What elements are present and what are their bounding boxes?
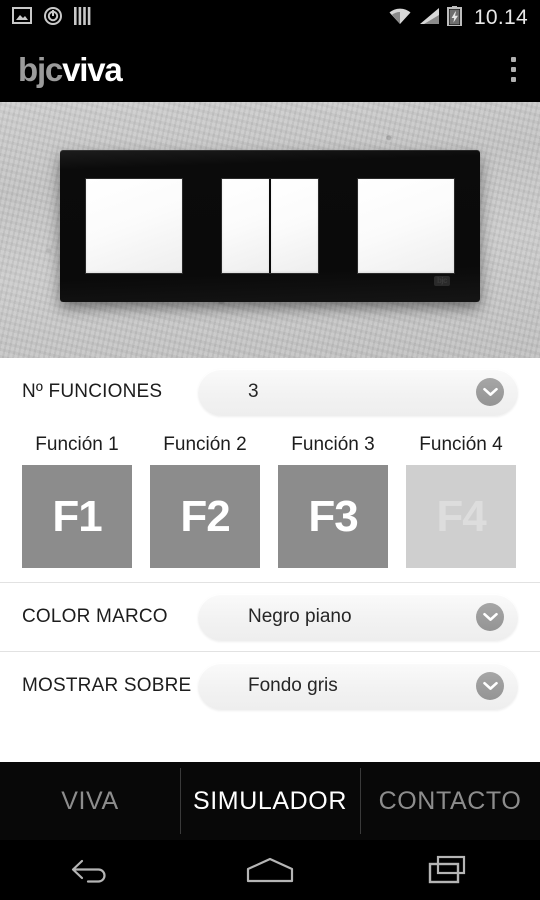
status-bar: 10.14	[0, 0, 540, 36]
dropdown-color-marco-value: Negro piano	[248, 606, 352, 627]
image-icon	[12, 7, 32, 29]
function-label-1: Función 1	[35, 434, 119, 455]
dropdown-numero-funciones[interactable]: 3	[198, 368, 518, 416]
row-numero-funciones: Nº FUNCIONES 3	[0, 358, 540, 426]
rocker[interactable]	[358, 179, 454, 273]
status-bar-left-icons	[12, 6, 91, 31]
cellular-signal-icon	[419, 7, 440, 30]
tab-viva[interactable]: VIVA	[0, 762, 180, 840]
wifi-icon	[388, 7, 412, 30]
overflow-dot	[511, 76, 516, 82]
home-icon[interactable]	[225, 847, 315, 893]
chevron-down-icon[interactable]	[476, 672, 504, 700]
label-numero-funciones: Nº FUNCIONES	[22, 381, 163, 402]
dropdown-numero-funciones-value: 3	[248, 381, 259, 402]
status-bar-clock: 10.14	[473, 6, 528, 29]
function-tile-1[interactable]: F1	[22, 465, 132, 568]
status-bar-right-icons: 10.14	[388, 5, 528, 31]
label-color-marco: COLOR MARCO	[22, 606, 168, 627]
bottom-tab-bar: VIVA SIMULADOR CONTACTO	[0, 762, 540, 840]
power-sync-icon	[43, 6, 63, 31]
overflow-dot	[511, 56, 516, 62]
chevron-down-icon[interactable]	[476, 603, 504, 631]
function-label-3: Función 3	[291, 434, 375, 455]
label-mostrar-sobre: MOSTRAR SOBRE	[22, 675, 192, 696]
module-2[interactable]	[222, 179, 318, 273]
function-label-4: Función 4	[419, 434, 503, 455]
logo-bjc: bjc	[18, 50, 63, 88]
function-tiles-section: Función 1 Función 2 Función 3 Función 4 …	[0, 426, 540, 582]
module-3[interactable]	[358, 179, 454, 273]
dropdown-mostrar-sobre[interactable]: Fondo gris	[198, 662, 518, 710]
overflow-dot	[511, 66, 516, 72]
function-tiles: F1 F2 F3 F4	[22, 465, 518, 568]
app-bar: bjcviva	[0, 36, 540, 102]
app-logo: bjcviva	[18, 50, 123, 88]
dropdown-color-marco[interactable]: Negro piano	[198, 593, 518, 641]
switch-plate: bjc	[60, 150, 480, 302]
function-tile-3[interactable]: F3	[278, 465, 388, 568]
plate-brand-mark: bjc	[433, 276, 450, 286]
tab-contacto[interactable]: CONTACTO	[360, 762, 540, 840]
row-color-marco: COLOR MARCO Negro piano	[0, 583, 540, 651]
rocker[interactable]	[222, 179, 269, 273]
module-1[interactable]	[86, 179, 182, 273]
overflow-menu-icon[interactable]	[505, 49, 522, 90]
function-label-2: Función 2	[163, 434, 247, 455]
back-icon[interactable]	[45, 847, 135, 893]
logo-viva: viva	[62, 50, 123, 88]
battery-charging-icon	[446, 5, 462, 31]
switch-preview[interactable]: bjc	[0, 102, 540, 358]
android-nav-bar	[0, 840, 540, 900]
rocker[interactable]	[86, 179, 182, 273]
tab-simulador[interactable]: SIMULADOR	[180, 762, 360, 840]
recents-icon[interactable]	[405, 847, 495, 893]
function-tile-4: F4	[406, 465, 516, 568]
function-labels: Función 1 Función 2 Función 3 Función 4	[22, 434, 518, 456]
chevron-down-icon[interactable]	[476, 378, 504, 406]
dropdown-mostrar-sobre-value: Fondo gris	[248, 675, 338, 696]
equalizer-icon	[74, 6, 91, 30]
function-tile-2[interactable]: F2	[150, 465, 260, 568]
app-root: 10.14 bjcviva bjc Nº FUNCIONES 3 Función…	[0, 0, 540, 900]
row-mostrar-sobre: MOSTRAR SOBRE Fondo gris	[0, 652, 540, 720]
rocker[interactable]	[271, 179, 318, 273]
